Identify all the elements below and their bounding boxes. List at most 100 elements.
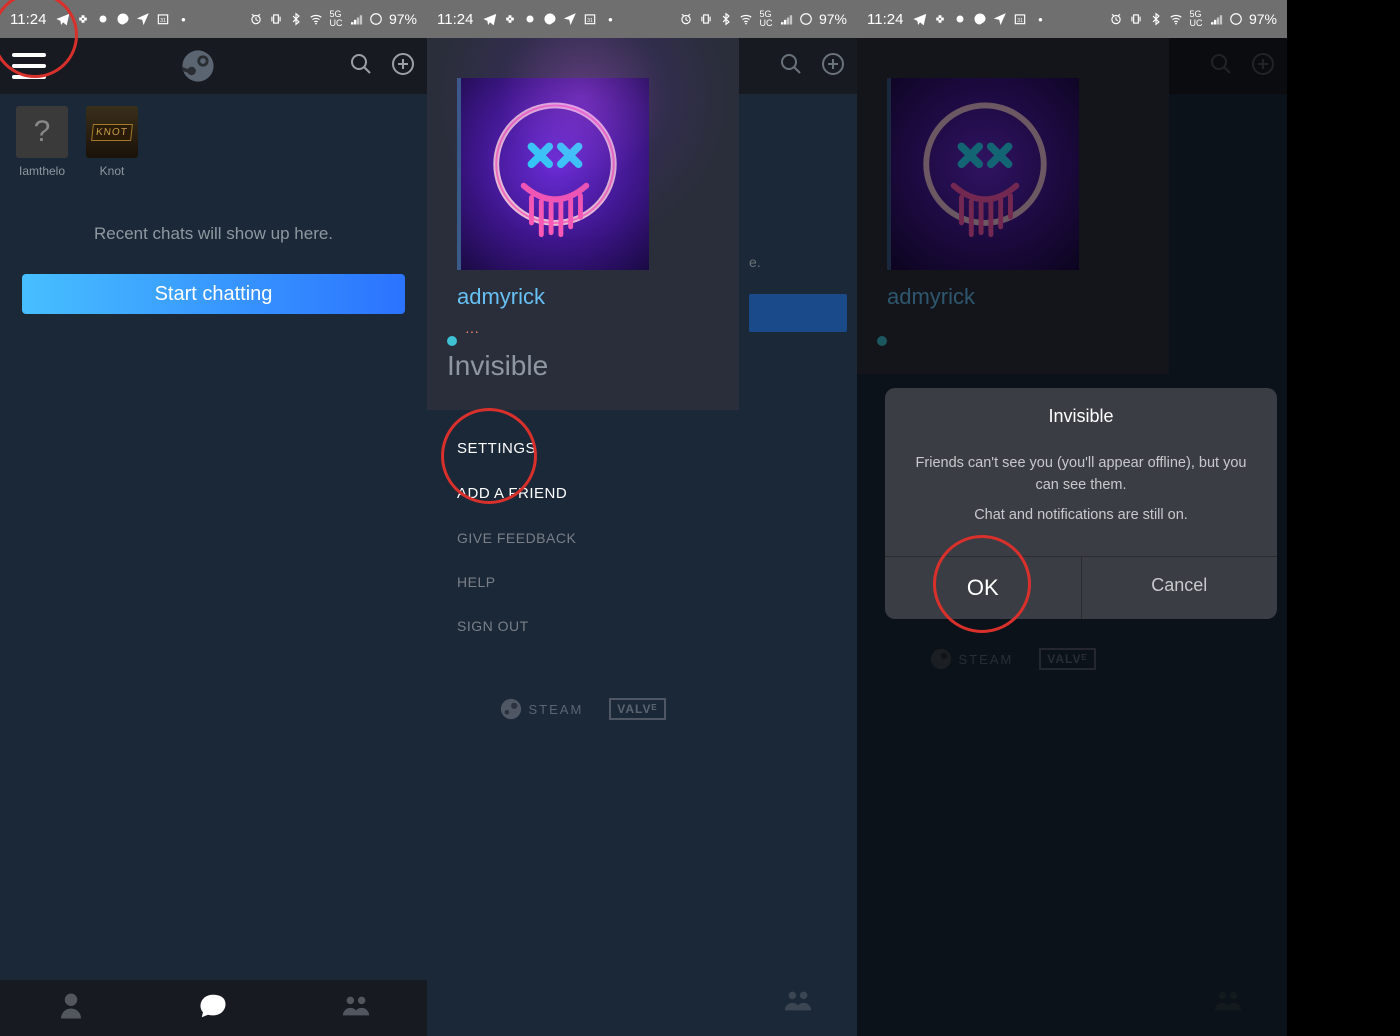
invisible-status-dialog: Invisible Friends can't see you (you'll … [885,388,1277,619]
battery-ring-icon [1229,12,1243,26]
battery-ring-icon [369,12,383,26]
alarm-icon [679,12,693,26]
location-icon [993,12,1007,26]
dialog-text-line: Friends can't see you (you'll appear off… [907,453,1255,497]
bluetooth-icon [289,12,303,26]
vibrate-icon [1129,12,1143,26]
location-icon [563,12,577,26]
search-button[interactable] [349,52,373,81]
dialog-button-row: OK Cancel [885,556,1277,619]
status-clock: 11:24 [10,11,46,28]
search-icon [1209,52,1233,76]
steam-logo-icon [181,49,215,83]
hamburger-menu-button[interactable] [12,53,46,79]
friend-avatar-item[interactable]: KNOT Knot [84,106,140,178]
friend-name-label: Iamthelo [14,164,70,178]
search-button[interactable] [779,52,803,81]
telegram-icon [483,12,497,26]
group-icon [783,989,813,1013]
dialog-cancel-button[interactable]: Cancel [1082,557,1278,619]
user-display-name: admyrick [457,284,739,310]
svg-text:31: 31 [1018,18,1024,24]
start-chatting-button-partial[interactable] [749,294,847,332]
menu-add-friend[interactable]: ADD A FRIEND [427,471,739,516]
data-icon: 5GUC [329,12,343,26]
dialog-ok-button[interactable]: OK [885,557,1082,619]
app-header [0,38,427,94]
neon-smiley-icon [461,78,649,266]
screenshot-panel-2: 11:24 31 • 5GUC 97% [427,0,857,1036]
dialog-title: Invisible [885,388,1277,439]
chat-bubble-icon [198,991,228,1021]
plus-circle-icon [391,52,415,76]
friend-avatar-knot: KNOT [86,106,138,158]
telegram-icon [913,12,927,26]
slack-icon [76,12,90,26]
add-button[interactable] [821,52,845,81]
more-notifications-dot: • [603,12,617,26]
status-indicator-dot [877,336,887,346]
messenger-icon [973,12,987,26]
status-indicator-dot [447,336,457,346]
nav-chat-tab[interactable] [198,991,228,1026]
battery-ring-icon [799,12,813,26]
person-icon [56,991,86,1021]
menu-settings[interactable]: SETTINGS [427,426,739,471]
plus-circle-icon [821,52,845,76]
app-icon [523,12,537,26]
vibrate-icon [269,12,283,26]
vibrate-icon [699,12,713,26]
dialog-text-line: Chat and notifications are still on. [907,505,1255,527]
user-display-name: admyrick [887,284,1169,310]
status-clock: 11:24 [867,11,903,28]
android-status-bar: 11:24 31 • 5GUC 97% [857,0,1287,38]
recent-chats-hint-tail: e. [749,254,847,270]
nav-groups-tab[interactable] [783,989,813,1018]
online-friends-row: ? Iamthelo KNOT Knot [0,94,427,182]
steam-brand-text: STEAM [528,702,583,717]
search-button [1209,52,1233,81]
wifi-icon [739,12,753,26]
calendar-badge-icon: 31 [156,12,170,26]
friend-name-label: Knot [84,164,140,178]
user-avatar[interactable] [457,78,649,270]
calendar-badge-icon: 31 [1013,12,1027,26]
app-icon [96,12,110,26]
status-selector [877,336,1169,346]
status-selector[interactable]: ··· [447,336,739,346]
alarm-icon [249,12,263,26]
start-chatting-button[interactable]: Start chatting [22,274,405,314]
more-notifications-dot: • [1033,12,1047,26]
menu-help[interactable]: HELP [427,560,739,604]
friend-avatar-item[interactable]: ? Iamthelo [14,106,70,178]
search-icon [349,52,373,76]
signal-icon [1209,12,1223,26]
location-icon [136,12,150,26]
status-label[interactable]: Invisible [447,350,739,382]
steam-logo-icon [500,698,522,720]
data-icon: 5GUC [759,12,773,26]
nav-groups-tab [1213,989,1243,1018]
menu-sign-out[interactable]: SIGN OUT [427,604,739,648]
svg-text:31: 31 [161,18,167,24]
telegram-icon [56,12,70,26]
bluetooth-icon [719,12,733,26]
dialog-body: Friends can't see you (you'll appear off… [885,439,1277,556]
wifi-icon [1169,12,1183,26]
nav-groups-tab[interactable] [341,991,371,1026]
add-button[interactable] [391,52,415,81]
drawer-menu-list: SETTINGS ADD A FRIEND GIVE FEEDBACK HELP… [427,410,739,648]
bluetooth-icon [1149,12,1163,26]
menu-give-feedback[interactable]: GIVE FEEDBACK [427,516,739,560]
add-button [1251,52,1275,81]
slack-icon [933,12,947,26]
status-clock: 11:24 [437,11,473,28]
messenger-icon [116,12,130,26]
nav-profile-tab[interactable] [56,991,86,1026]
steam-brand-text: STEAM [958,652,1013,667]
svg-text:31: 31 [588,18,594,24]
drawer-brand-row: STEAM VALVᴱ [427,698,739,720]
signal-icon [779,12,793,26]
steam-logo-icon [930,648,952,670]
battery-percentage: 97% [1249,11,1277,27]
